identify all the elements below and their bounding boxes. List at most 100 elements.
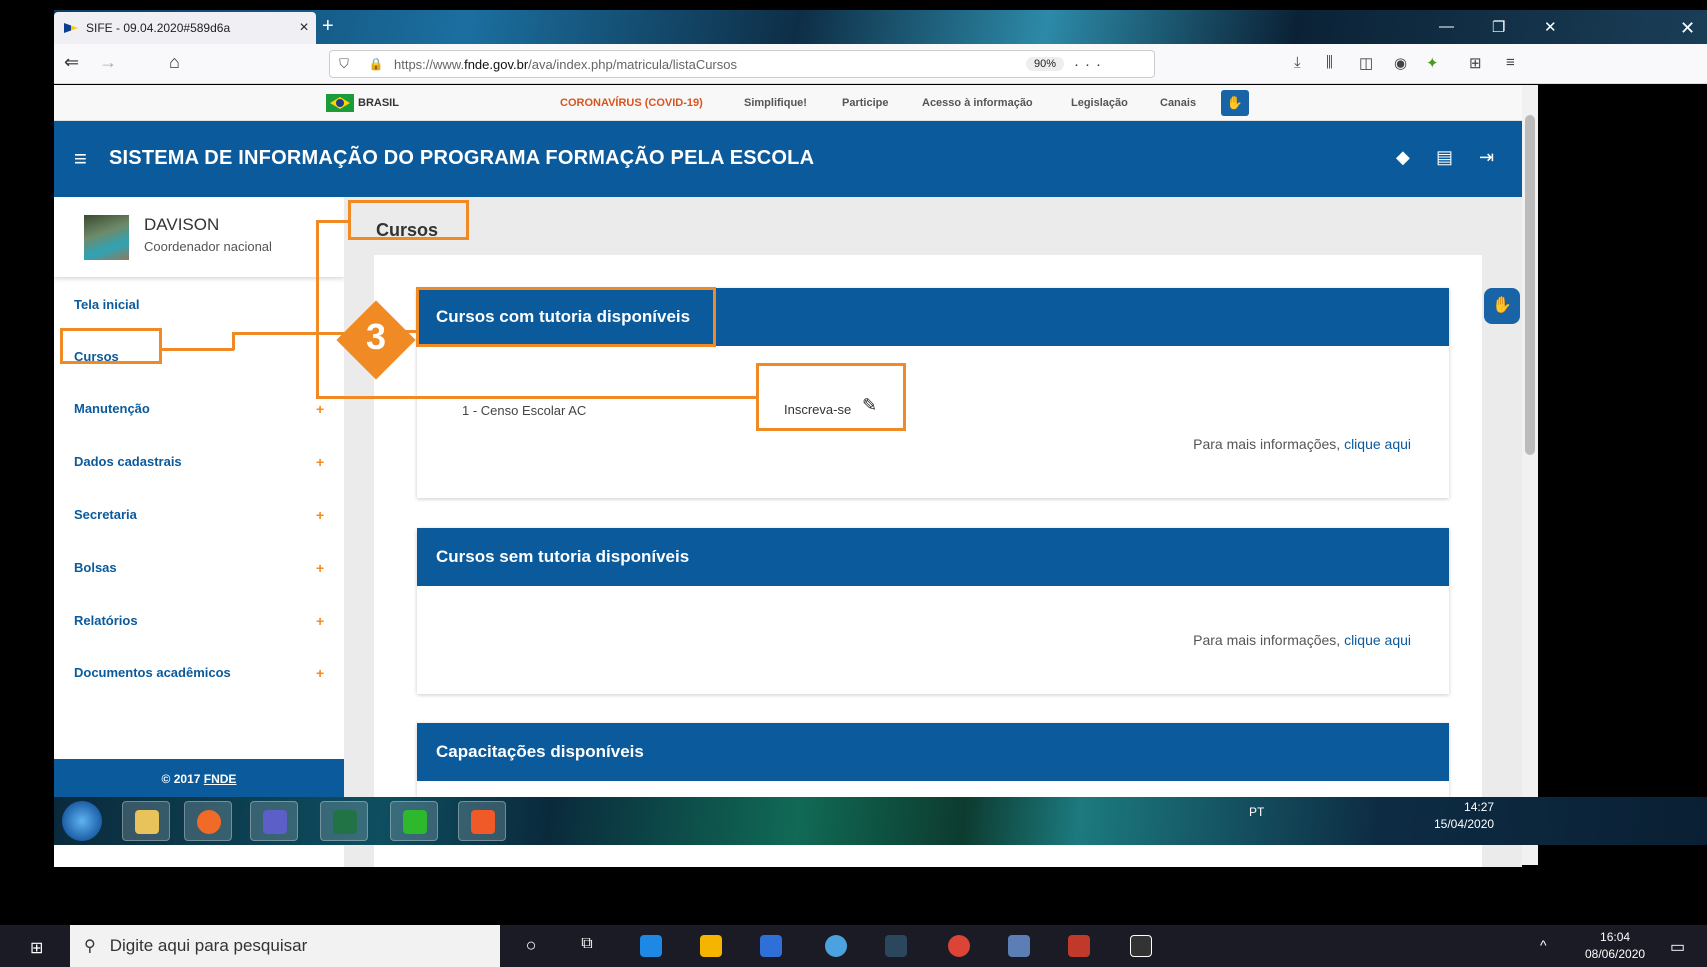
outer-clock[interactable]: 16:04 08/06/2020 bbox=[1585, 929, 1645, 963]
folder-icon bbox=[135, 810, 159, 834]
clipboard-icon[interactable]: ▤ bbox=[1436, 147, 1453, 168]
new-tab-button[interactable]: + bbox=[322, 16, 334, 36]
forward-icon[interactable]: → bbox=[99, 52, 117, 73]
inner-time: 14:27 bbox=[1464, 800, 1495, 814]
app-c-orange-icon bbox=[471, 810, 495, 834]
extensions-icon[interactable]: ⊞ bbox=[1469, 54, 1482, 72]
inner-clock[interactable]: 14:27 15/04/2020 bbox=[1434, 799, 1494, 833]
favicon-icon bbox=[64, 23, 78, 33]
minimize-icon[interactable]: — bbox=[1439, 18, 1454, 35]
sidebar-item-documentos[interactable]: Documentos acadêmicos bbox=[74, 665, 231, 680]
sidebar-item-dados-cadastrais[interactable]: Dados cadastrais bbox=[74, 454, 182, 469]
panel-capacitacoes: Capacitações disponíveis bbox=[417, 723, 1449, 797]
url-bar[interactable]: ⛉ 🔒 https://www.fnde.gov.br/ava/index.ph… bbox=[329, 50, 1155, 78]
expand-icon[interactable]: + bbox=[316, 665, 324, 681]
extension-icon[interactable]: ✦ bbox=[1426, 54, 1439, 72]
account-icon[interactable]: ◉ bbox=[1394, 54, 1407, 72]
taskbar-search[interactable]: ⚲ Digite aqui para pesquisar bbox=[70, 925, 500, 967]
gov-link-canais[interactable]: Canais bbox=[1160, 97, 1196, 109]
chrome-icon[interactable] bbox=[948, 935, 970, 957]
gov-link-covid[interactable]: CORONAVÍRUS (COVID-19) bbox=[560, 97, 703, 109]
gov-link-participe[interactable]: Participe bbox=[842, 97, 888, 109]
app-c-green-icon bbox=[403, 810, 427, 834]
panel-title: Cursos sem tutoria disponíveis bbox=[417, 528, 1449, 586]
gov-link-acesso[interactable]: Acesso à informação bbox=[922, 97, 1033, 109]
page-scrollbar[interactable] bbox=[1522, 85, 1538, 865]
task-view-icon[interactable]: ⧉ bbox=[576, 935, 598, 957]
taskbar-firefox[interactable] bbox=[184, 801, 232, 841]
outer-close-icon[interactable]: ✕ bbox=[1680, 18, 1695, 39]
callout-box-breadcrumb bbox=[348, 200, 469, 240]
inner-tray-lang[interactable]: PT bbox=[1249, 805, 1264, 819]
expand-icon[interactable]: + bbox=[316, 613, 324, 629]
info-link[interactable]: clique aqui bbox=[1344, 632, 1411, 648]
edge-icon[interactable] bbox=[640, 935, 662, 957]
video-editor-icon[interactable] bbox=[1130, 935, 1152, 957]
zoom-level[interactable]: 90% bbox=[1025, 57, 1064, 71]
outer-date: 08/06/2020 bbox=[1585, 947, 1646, 961]
library-icon[interactable]: ⫼ bbox=[1326, 54, 1333, 71]
mail-icon[interactable] bbox=[760, 935, 782, 957]
notifications-icon[interactable]: ▭ bbox=[1670, 937, 1685, 957]
back-icon[interactable]: ⇐ bbox=[64, 52, 79, 73]
gov-link-simplifique[interactable]: Simplifique! bbox=[744, 97, 807, 109]
footer-fnde-link[interactable]: FNDE bbox=[204, 772, 237, 786]
menu-icon[interactable]: ≡ bbox=[1506, 54, 1515, 71]
sidebar-item-relatorios[interactable]: Relatórios bbox=[74, 613, 138, 628]
steam-icon[interactable] bbox=[885, 935, 907, 957]
sidebar-icon[interactable]: ◫ bbox=[1359, 54, 1373, 72]
user-card: DAVISON Coordenador nacional bbox=[54, 197, 344, 277]
sidebar-item-secretaria[interactable]: Secretaria bbox=[74, 507, 137, 522]
cortana-icon[interactable]: ○ bbox=[520, 935, 542, 957]
taskbar-explorer[interactable] bbox=[122, 801, 170, 841]
tray-chevron-icon[interactable]: ^ bbox=[1540, 937, 1547, 953]
file-explorer-icon[interactable] bbox=[700, 935, 722, 957]
chromium-icon[interactable] bbox=[825, 935, 847, 957]
gov-link-legislacao[interactable]: Legislação bbox=[1071, 97, 1128, 109]
win7-start-icon[interactable] bbox=[62, 801, 102, 841]
info-link[interactable]: clique aqui bbox=[1344, 436, 1411, 452]
hamburger-menu-icon[interactable]: ≡ bbox=[74, 146, 87, 172]
taskbar-app-green[interactable] bbox=[390, 801, 438, 841]
sidebar-item-tela-inicial[interactable]: Tela inicial bbox=[74, 297, 140, 312]
info-text: Para mais informações, bbox=[1193, 436, 1345, 452]
gov-brasil-link[interactable]: BRASIL bbox=[358, 97, 399, 109]
app-header: ≡ SISTEMA DE INFORMAÇÃO DO PROGRAMA FORM… bbox=[54, 121, 1522, 197]
app-title: SISTEMA DE INFORMAÇÃO DO PROGRAMA FORMAÇ… bbox=[109, 147, 815, 169]
expand-icon[interactable]: + bbox=[316, 401, 324, 417]
sidebar-item-bolsas[interactable]: Bolsas bbox=[74, 560, 117, 575]
excel-icon bbox=[333, 810, 357, 834]
layers-icon[interactable]: ◆ bbox=[1396, 147, 1410, 168]
windows-start-icon[interactable]: ⊞ bbox=[30, 938, 43, 958]
taskbar-app-orange[interactable] bbox=[458, 801, 506, 841]
footer-copyright: © 2017 bbox=[161, 772, 204, 786]
firefox-icon bbox=[197, 810, 221, 834]
user-role: Coordenador nacional bbox=[144, 239, 272, 254]
url-text[interactable]: https://www.fnde.gov.br/ava/index.php/ma… bbox=[394, 57, 1026, 72]
accessibility-fab-icon[interactable]: ✋ bbox=[1484, 288, 1520, 324]
tab-close-icon[interactable]: × bbox=[292, 19, 316, 37]
accessibility-hand-icon[interactable]: ✋ bbox=[1221, 90, 1249, 116]
browser-tab[interactable]: SIFE - 09.04.2020#589d6a × bbox=[54, 12, 316, 44]
callout-line bbox=[162, 348, 234, 351]
expand-icon[interactable]: + bbox=[316, 507, 324, 523]
logout-icon[interactable]: ⇥ bbox=[1479, 147, 1494, 168]
expand-icon[interactable]: + bbox=[316, 454, 324, 470]
download-icon[interactable]: ⤓ bbox=[1294, 54, 1301, 71]
screen: SIFE - 09.04.2020#589d6a × + — ❐ ✕ ⇐ → ⌂… bbox=[0, 0, 1707, 967]
expand-icon[interactable]: + bbox=[316, 560, 324, 576]
callout-box-enroll bbox=[756, 363, 906, 431]
shield-icon[interactable]: ⛉ bbox=[330, 56, 358, 72]
taskbar-excel[interactable] bbox=[320, 801, 368, 841]
window-close-icon[interactable]: ✕ bbox=[1544, 18, 1557, 36]
page-actions-icon[interactable]: ··· bbox=[1074, 56, 1154, 73]
taskbar-teams[interactable] bbox=[250, 801, 298, 841]
home-icon[interactable]: ⌂ bbox=[169, 52, 180, 73]
scrollbar-thumb[interactable] bbox=[1525, 115, 1535, 455]
winrar-icon[interactable] bbox=[1068, 935, 1090, 957]
remote-desktop-icon[interactable] bbox=[1008, 935, 1030, 957]
lock-icon[interactable]: 🔒 bbox=[358, 57, 394, 71]
restore-icon[interactable]: ❐ bbox=[1492, 18, 1505, 36]
search-placeholder: Digite aqui para pesquisar bbox=[109, 936, 308, 955]
sidebar-item-manutencao[interactable]: Manutenção bbox=[74, 401, 150, 416]
